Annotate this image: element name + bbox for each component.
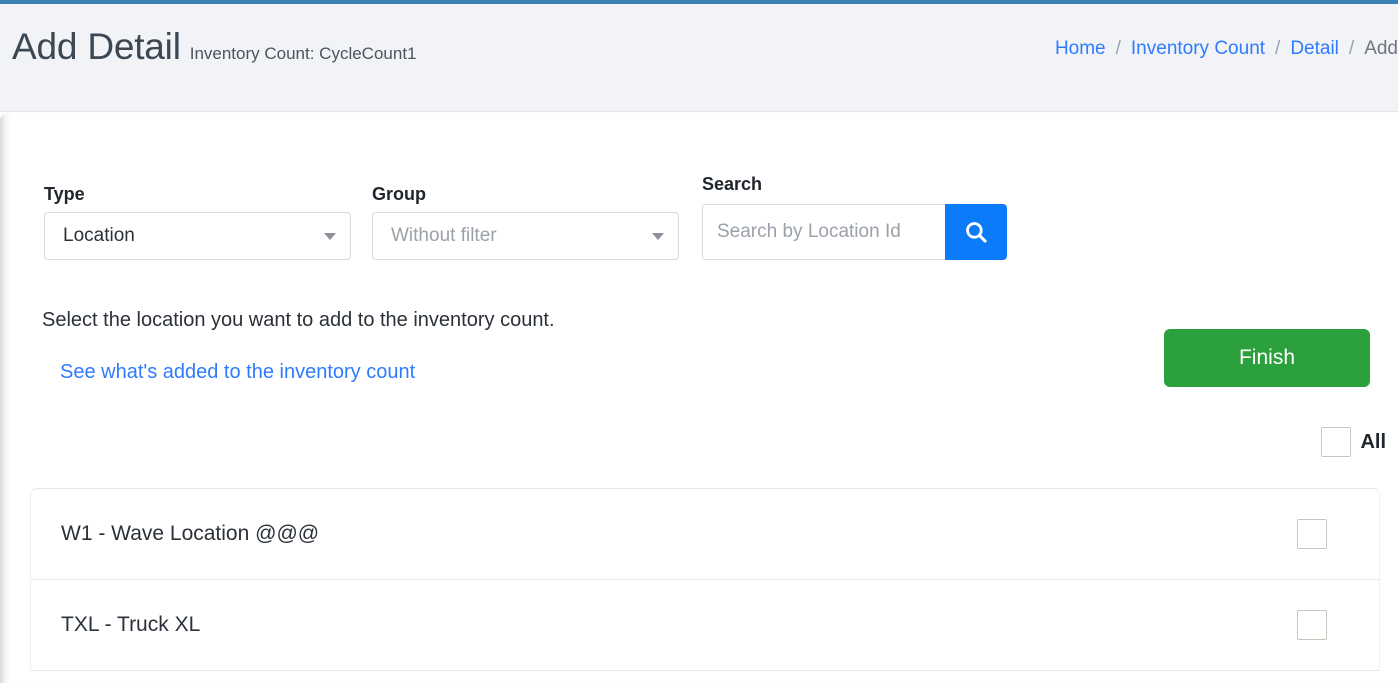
see-added-link[interactable]: See what's added to the inventory count [60,361,415,384]
left-edge-shadow [0,113,10,683]
breadcrumb: Home / Inventory Count / Detail / Add [1055,38,1398,60]
search-label: Search [702,175,1007,193]
top-accent-bar [0,0,1398,4]
breadcrumb-separator: / [1275,38,1280,60]
select-all-checkbox[interactable] [1321,427,1351,457]
row-label: TXL - Truck XL [61,613,1297,637]
type-select[interactable]: Location [44,212,351,260]
type-label: Type [44,185,351,203]
select-all-label: All [1360,431,1386,454]
breadcrumb-item-detail[interactable]: Detail [1290,38,1339,60]
search-field-group: Search [702,175,1007,260]
page-header: Add Detail Inventory Count: CycleCount1 … [0,4,1398,112]
chevron-down-icon [652,233,664,240]
search-input[interactable] [702,204,945,260]
row-checkbox[interactable] [1297,610,1327,640]
type-select-value: Location [63,225,318,247]
group-label: Group [372,185,679,203]
select-all-row: All [1321,427,1386,457]
search-button[interactable] [945,204,1007,260]
breadcrumb-item-inventory-count[interactable]: Inventory Count [1131,38,1265,60]
table-row[interactable]: TXL - Truck XL [31,580,1379,671]
group-select-value: Without filter [391,225,646,247]
header-inner: Add Detail Inventory Count: CycleCount1 … [0,4,1398,111]
filters-row: Type Location Group Without filter Searc… [44,175,1007,260]
instruction-text: Select the location you want to add to t… [42,309,555,332]
breadcrumb-separator: / [1116,38,1121,60]
title-block: Add Detail Inventory Count: CycleCount1 [12,28,417,65]
page-title: Add Detail [12,28,181,65]
group-field-group: Group Without filter [372,185,679,260]
breadcrumb-separator: / [1349,38,1354,60]
breadcrumb-item-home[interactable]: Home [1055,38,1106,60]
page-subtitle: Inventory Count: CycleCount1 [190,44,417,64]
breadcrumb-item-add: Add [1364,38,1398,60]
row-label: W1 - Wave Location @@@ [61,522,1297,546]
type-field-group: Type Location [44,185,351,260]
location-list: W1 - Wave Location @@@ TXL - Truck XL [30,488,1380,671]
finish-button[interactable]: Finish [1164,329,1370,387]
chevron-down-icon [324,233,336,240]
content-panel: Type Location Group Without filter Searc… [0,113,1398,683]
search-icon [963,219,989,245]
row-checkbox[interactable] [1297,519,1327,549]
search-wrap [702,204,1007,260]
table-row[interactable]: W1 - Wave Location @@@ [31,489,1379,580]
group-select[interactable]: Without filter [372,212,679,260]
